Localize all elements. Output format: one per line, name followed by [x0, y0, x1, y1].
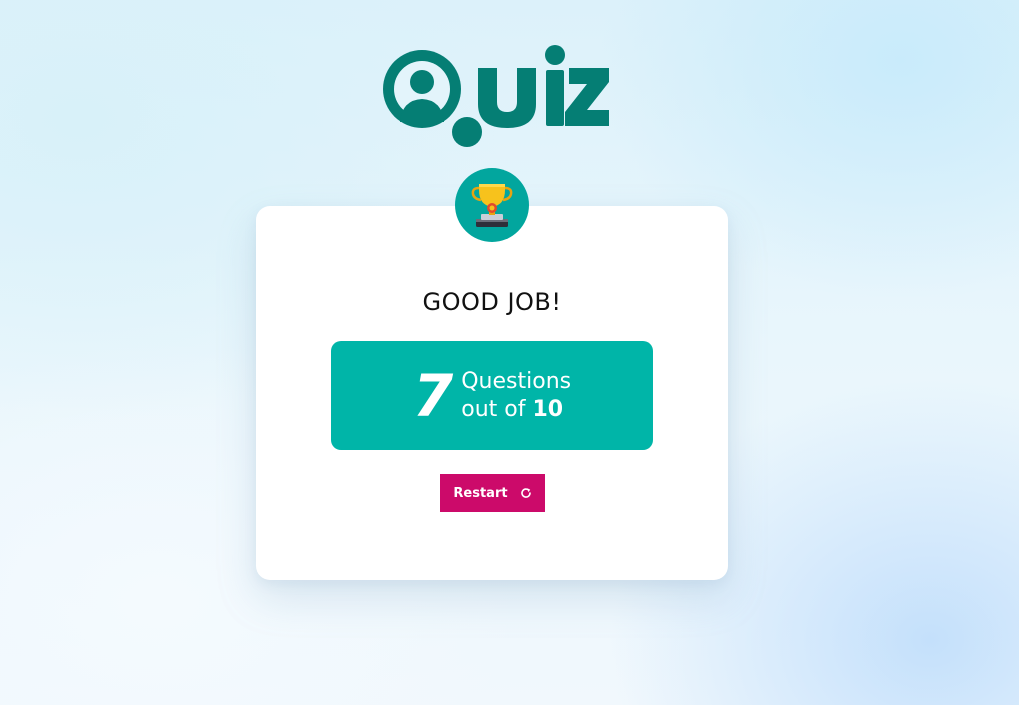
quiz-logo-icon [383, 45, 609, 147]
quiz-logo: Quiz [376, 44, 612, 152]
result-card: GOOD JOB! 7 Questions out of 10 Restart [256, 206, 728, 580]
restart-button[interactable]: Restart [440, 474, 545, 512]
total-questions: 10 [532, 396, 564, 422]
out-of-label: out of [461, 396, 533, 422]
out-of-line: out of 10 [461, 396, 571, 424]
trophy-badge [455, 168, 529, 242]
restart-label: Restart [453, 485, 508, 501]
result-headline: GOOD JOB! [422, 288, 562, 316]
questions-label: Questions [461, 368, 572, 394]
refresh-icon [520, 488, 531, 498]
score-text: Questions out of 10 [461, 368, 571, 424]
logo-text: Quiz [612, 44, 613, 45]
score-number: 7 [412, 361, 454, 430]
score-box: 7 Questions out of 10 [331, 341, 653, 450]
trophy-icon [471, 184, 513, 227]
